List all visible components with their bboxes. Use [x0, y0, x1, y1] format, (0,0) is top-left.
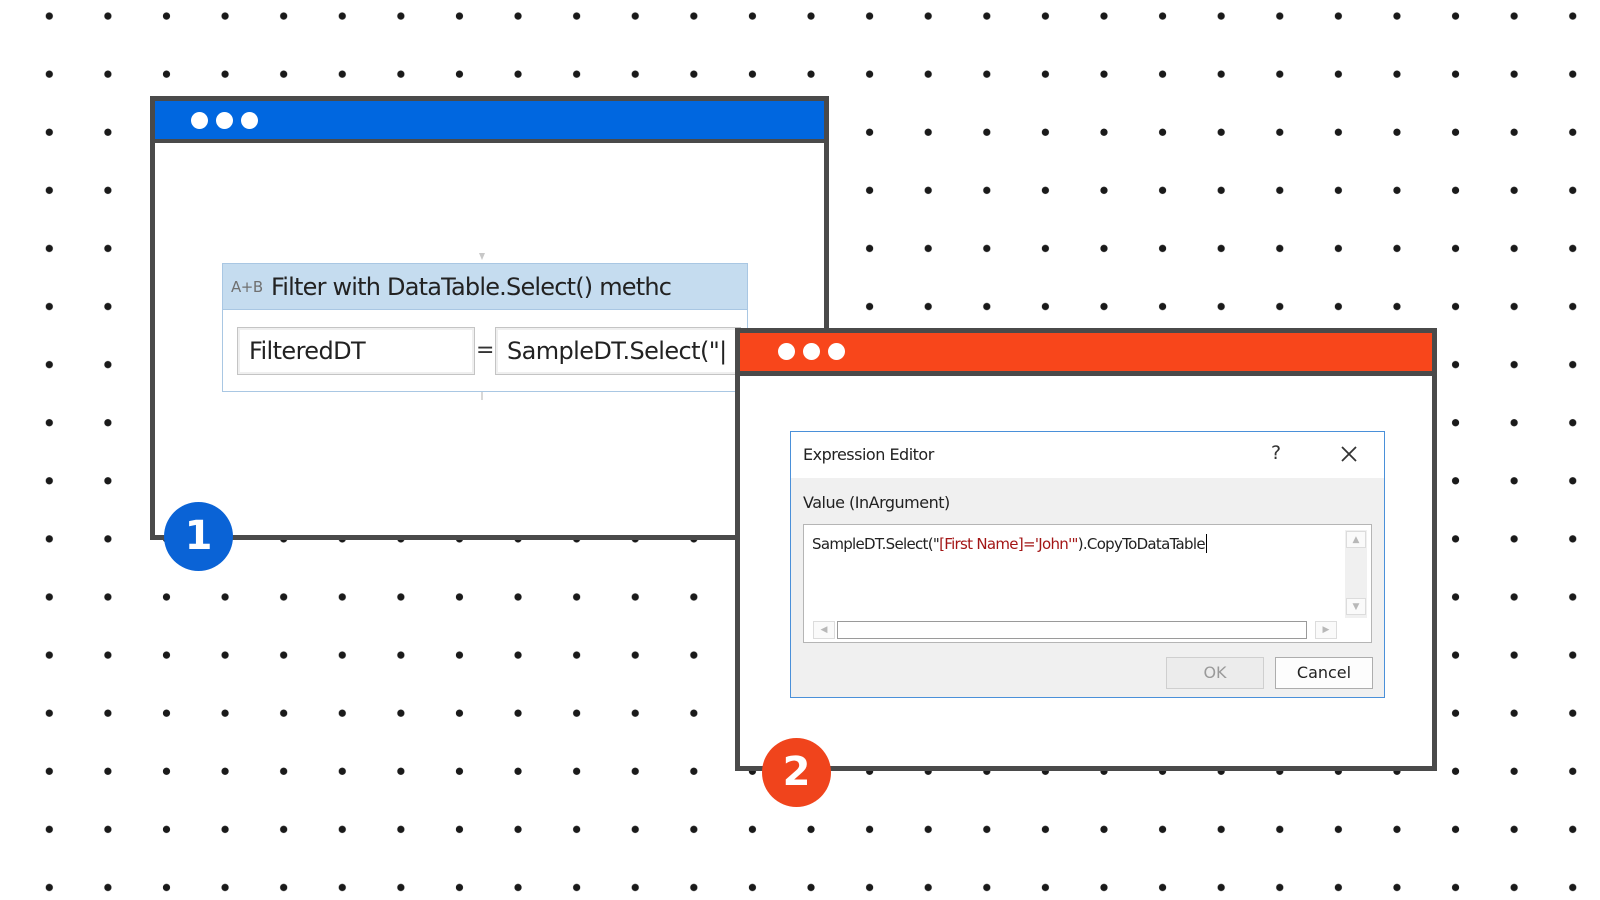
step-badge-2: 2 [762, 738, 831, 807]
expression-suffix: ).CopyToDataTable [1077, 535, 1206, 553]
value-label: Value (InArgument) [803, 493, 950, 512]
connector-bottom-line [481, 392, 483, 400]
connector-top-arrow [479, 253, 485, 260]
assign-activity[interactable]: A+B Filter with DataTable.Select() methc… [222, 263, 748, 392]
expression-string-literal: [First Name]='John'" [939, 535, 1078, 553]
scroll-left-arrow-icon[interactable]: ◀ [813, 621, 835, 639]
ok-button[interactable]: OK [1166, 657, 1264, 689]
horizontal-scroll-thumb[interactable] [837, 621, 1307, 639]
cancel-button[interactable]: Cancel [1275, 657, 1373, 689]
equals-sign: = [476, 338, 495, 363]
expression-textbox[interactable]: SampleDT.Select("[First Name]='John'").C… [803, 524, 1372, 643]
assign-icon: A+B [231, 277, 263, 296]
workflow-window-titlebar [155, 101, 824, 143]
expression-prefix: SampleDT.Select(" [812, 535, 940, 553]
expression-window-titlebar [740, 333, 1432, 376]
assign-to-field[interactable]: FilteredDT [237, 327, 475, 375]
scroll-down-arrow-icon[interactable]: ▼ [1346, 598, 1366, 615]
scroll-up-arrow-icon[interactable]: ▲ [1346, 531, 1366, 548]
assign-activity-title: Filter with DataTable.Select() methc [271, 272, 672, 301]
window-dots-icon [191, 112, 258, 129]
dialog-titlebar: Expression Editor ? [791, 432, 1384, 478]
close-icon[interactable] [1339, 444, 1359, 464]
assign-value-field[interactable]: SampleDT.Select("| [495, 327, 741, 375]
help-button[interactable]: ? [1271, 442, 1281, 464]
vertical-scrollbar[interactable]: ▲ ▼ [1345, 530, 1367, 618]
expression-editor-dialog: Expression Editor ? Value (InArgument) S… [790, 431, 1385, 698]
horizontal-scrollbar[interactable]: ◀ ▶ [812, 620, 1338, 640]
step-badge-1: 1 [164, 502, 233, 571]
window-dots-icon [778, 343, 845, 360]
dialog-title: Expression Editor [803, 445, 934, 464]
text-caret [1205, 534, 1207, 553]
expression-text: SampleDT.Select("[First Name]='John'").C… [812, 534, 1207, 553]
scroll-right-arrow-icon[interactable]: ▶ [1315, 621, 1337, 639]
assign-activity-header[interactable]: A+B Filter with DataTable.Select() methc [223, 264, 747, 310]
